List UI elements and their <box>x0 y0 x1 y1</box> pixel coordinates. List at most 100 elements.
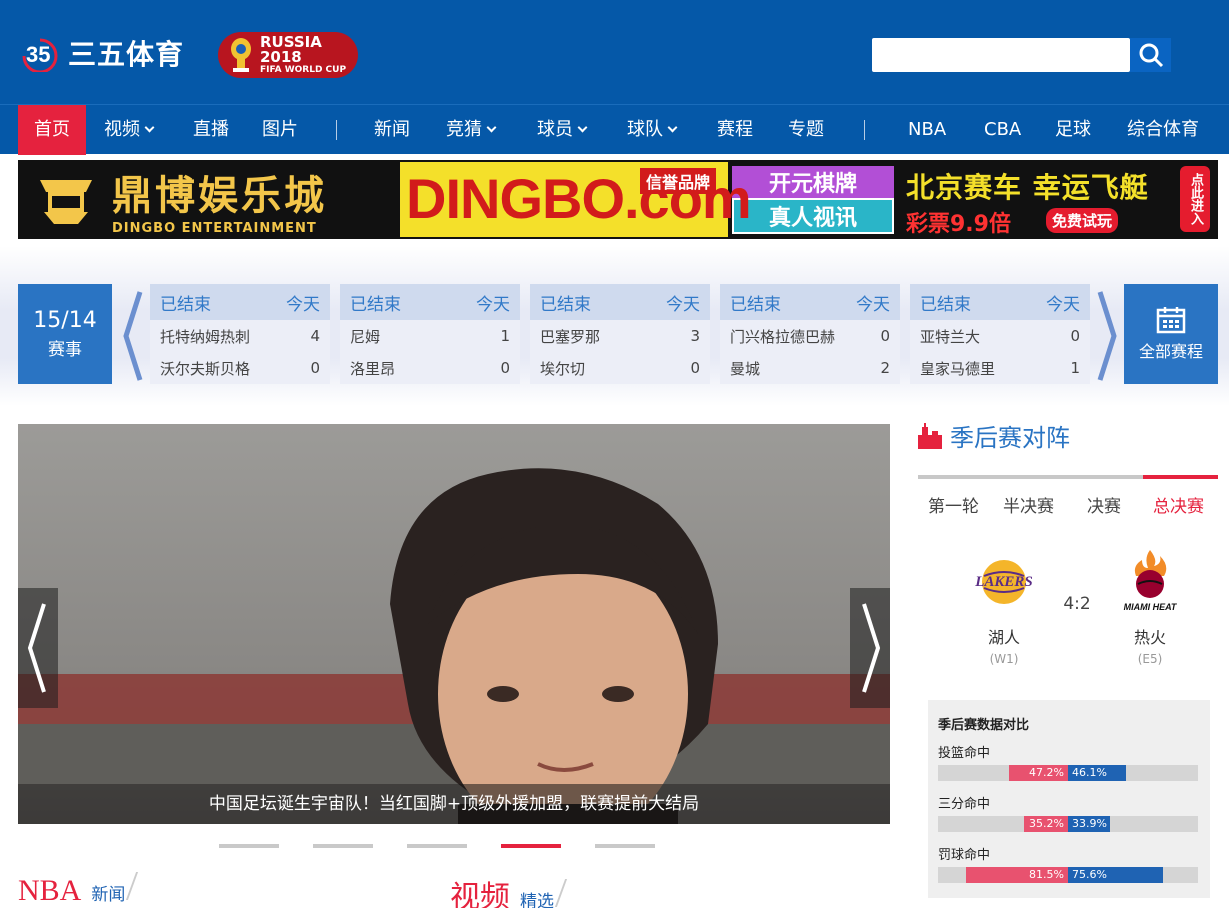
ad-card-games: 开元棋牌 <box>732 166 894 198</box>
stat-bar-home: 47.2% <box>1009 765 1068 781</box>
team-home-name: 湖人 <box>987 628 1020 647</box>
team-away[interactable]: MIAMI HEAT 热火 (E5) <box>1110 546 1190 666</box>
nav-item-photos[interactable]: 图片 <box>262 105 298 155</box>
schedule-next-arrow[interactable] <box>1096 290 1118 382</box>
nav-item-news[interactable]: 新闻 <box>374 105 410 155</box>
chevron-down-icon <box>667 122 678 133</box>
nav-item-video[interactable]: 视频 <box>104 105 155 155</box>
ad-games-panel: 开元棋牌 真人视讯 <box>728 162 898 237</box>
nav-item-general-sports[interactable]: 综合体育 <box>1127 105 1199 155</box>
stat-bar-away: 46.1% <box>1068 765 1126 781</box>
playoff-stats-panel: 季后赛数据对比 投篮命中 47.2% 46.1% 三分命中 35.2% 33.9… <box>928 700 1210 898</box>
headline-slider[interactable]: 中国足坛诞生宇宙队！当红国脚+顶级外援加盟，联赛提前大结局 <box>18 424 890 824</box>
slider-dot[interactable] <box>407 844 467 848</box>
nav-item-home[interactable]: 首页 <box>18 105 86 155</box>
tab-semifinal[interactable]: 半决赛 <box>1003 492 1054 517</box>
match-away-team: 埃尔切 <box>540 359 586 378</box>
tab-finals[interactable]: 总决赛 <box>1153 492 1204 517</box>
match-home-team: 尼姆 <box>350 327 381 346</box>
tab-conference-final[interactable]: 决赛 <box>1087 492 1121 517</box>
video-heading: 视频 精选 <box>450 872 568 908</box>
nav-item-schedule[interactable]: 赛程 <box>717 105 753 155</box>
match-card[interactable]: 已结束 今天 尼姆 1 洛里昂 0 <box>340 284 520 384</box>
ad-brand-panel: 鼎博娱乐城 DINGBO ENTERTAINMENT <box>20 162 400 237</box>
match-away-team: 沃尔夫斯贝格 <box>160 359 251 378</box>
slider-dot-active[interactable] <box>501 844 561 848</box>
section-divider <box>126 872 139 900</box>
ad-brand-cn: 鼎博娱乐城 <box>112 173 327 219</box>
ad-lottery-panel: 北京赛车 幸运飞艇 彩票9.9倍 免费试玩 点此进入 <box>898 162 1216 237</box>
ad-enter-button[interactable]: 点此进入 <box>1180 166 1210 232</box>
match-card[interactable]: 已结束 今天 门兴格拉德巴赫 0 曼城 2 <box>720 284 900 384</box>
match-day: 今天 <box>856 294 890 315</box>
ad-domain-panel: DINGBO.com 信誉品牌 <box>400 162 752 237</box>
match-card[interactable]: 已结束 今天 巴塞罗那 3 埃尔切 0 <box>530 284 710 384</box>
match-home-team: 巴塞罗那 <box>540 327 601 346</box>
tab-first-round[interactable]: 第一轮 <box>928 492 979 517</box>
team-home-seed: (W1) <box>989 652 1019 666</box>
chevron-down-icon <box>486 122 497 133</box>
slide-next-button[interactable] <box>850 588 890 708</box>
nba-news-heading: NBA 新闻 <box>18 872 139 908</box>
nav-divider <box>336 120 337 140</box>
chevron-right-icon <box>862 603 881 693</box>
match-card[interactable]: 已结束 今天 托特纳姆热刺 4 沃尔夫斯贝格 0 <box>150 284 330 384</box>
section-title-video: 视频 <box>450 881 510 908</box>
series-score: 4:2 <box>1063 594 1091 614</box>
ad-banner[interactable]: 鼎博娱乐城 DINGBO ENTERTAINMENT DINGBO.com 信誉… <box>18 160 1218 239</box>
match-day: 今天 <box>476 294 510 315</box>
nav-item-live[interactable]: 直播 <box>193 105 229 155</box>
search-icon <box>1139 43 1163 68</box>
search-button[interactable] <box>1130 38 1171 72</box>
ad-race-text: 北京赛车 幸运飞艇 <box>906 171 1149 204</box>
nav-item-topics[interactable]: 专题 <box>788 105 824 155</box>
section-title-nba: NBA <box>18 874 82 907</box>
match-card[interactable]: 已结束 今天 亚特兰大 0 皇家马德里 1 <box>910 284 1090 384</box>
calendar-icon <box>1156 306 1186 334</box>
slider-dot[interactable] <box>313 844 373 848</box>
section-subtitle-news[interactable]: 新闻 <box>91 880 125 905</box>
match-away-team: 皇家马德里 <box>920 359 996 378</box>
search-input[interactable] <box>872 38 1130 72</box>
worldcup-subtitle: FIFA WORLD CUP <box>260 65 347 76</box>
stat-bar-home: 81.5% <box>966 867 1068 883</box>
site-logo[interactable]: 35 三五体育 <box>20 34 184 74</box>
slider-pagination <box>219 844 689 848</box>
match-count-box[interactable]: 15/14 赛事 <box>18 284 112 384</box>
all-schedule-button[interactable]: 全部赛程 <box>1124 284 1218 384</box>
stat-label-fg: 投篮命中 <box>938 746 991 761</box>
slider-dot[interactable] <box>219 844 279 848</box>
chevron-down-icon <box>144 122 155 133</box>
match-home-score: 3 <box>690 327 700 345</box>
match-home-score: 0 <box>1070 327 1080 345</box>
match-status: 已结束 <box>350 294 401 315</box>
slider-dot[interactable] <box>595 844 655 848</box>
nav-item-cba[interactable]: CBA <box>984 105 1021 155</box>
worldcup-badge[interactable]: RUSSIA 2018 FIFA WORLD CUP <box>218 32 358 78</box>
match-away-score: 0 <box>310 359 320 377</box>
nav-item-betting[interactable]: 竞猜 <box>446 105 497 155</box>
team-home[interactable]: LAKERS 湖人 (W1) <box>964 546 1044 666</box>
slide-prev-button[interactable] <box>18 588 58 708</box>
match-day: 今天 <box>1046 294 1080 315</box>
nav-item-teams[interactable]: 球队 <box>627 105 678 155</box>
team-away-name: 热火 <box>1133 628 1166 647</box>
chevron-down-icon <box>577 122 588 133</box>
match-away-score: 0 <box>500 359 510 377</box>
match-day: 今天 <box>286 294 320 315</box>
nav-item-football[interactable]: 足球 <box>1055 105 1091 155</box>
nav-item-nba[interactable]: NBA <box>908 105 946 155</box>
stat-bar-ft: 81.5% 75.6% <box>938 867 1198 883</box>
main-nav: 首页 视频 直播 图片 新闻 竞猜 球员 球队 赛程 专题 NBA CBA 足球… <box>0 104 1229 155</box>
playoffs-heading: 季后赛对阵 <box>918 418 1070 453</box>
schedule-prev-arrow[interactable] <box>122 290 144 382</box>
stat-bar-away: 33.9% <box>1068 816 1111 832</box>
match-count-label: 赛事 <box>48 340 82 360</box>
slide-caption[interactable]: 中国足坛诞生宇宙队！当红国脚+顶级外援加盟，联赛提前大结局 <box>18 784 890 824</box>
nav-item-players[interactable]: 球员 <box>537 105 588 155</box>
match-home-score: 1 <box>500 327 510 345</box>
lakers-logo-icon: LAKERS <box>964 546 1044 616</box>
section-subtitle-featured[interactable]: 精选 <box>520 887 554 908</box>
all-schedule-label: 全部赛程 <box>1138 342 1203 361</box>
chevron-left-icon <box>123 291 143 381</box>
